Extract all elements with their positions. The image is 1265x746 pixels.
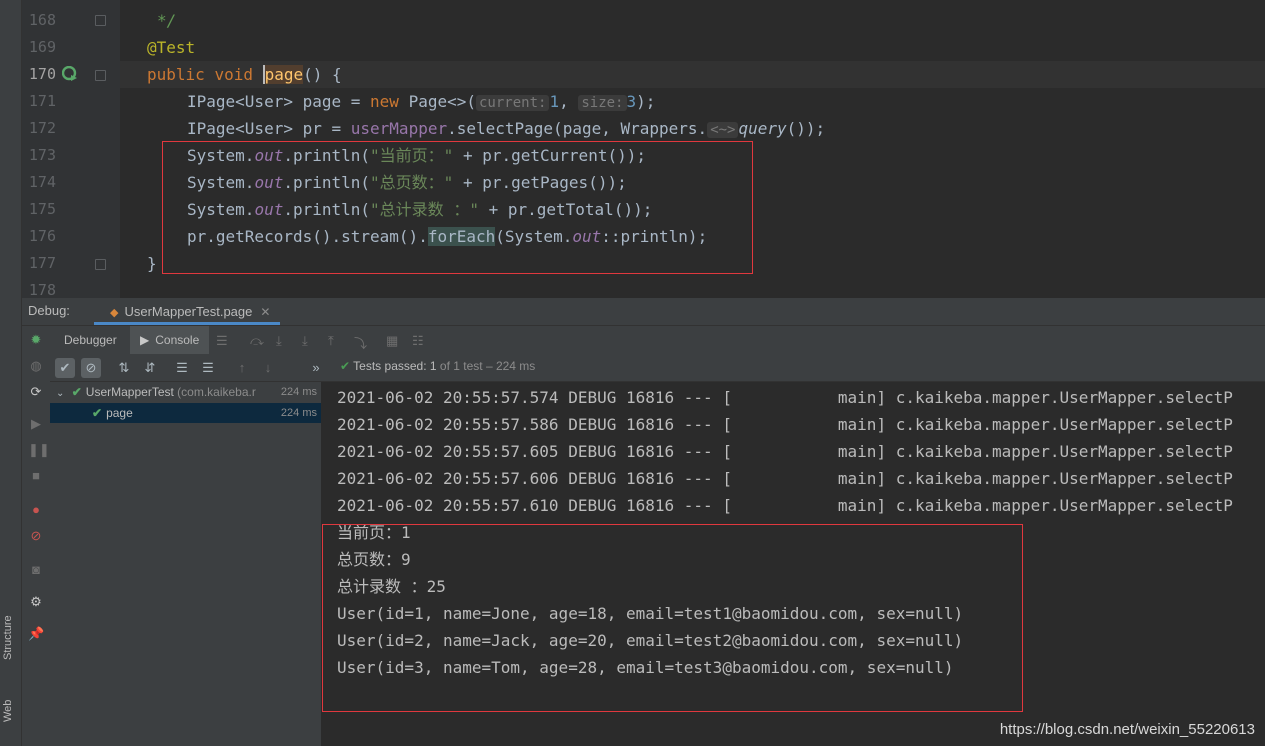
web-tool-label[interactable]: Web	[2, 700, 14, 722]
tab-console[interactable]: ▶ Console	[130, 326, 210, 354]
close-icon[interactable]: ✕	[260, 305, 270, 319]
run-config-tab[interactable]: ◆ UserMapperTest.page ✕	[94, 298, 281, 325]
code-line: IPage<User> page = new Page<>(current: 1,…	[187, 92, 656, 111]
type-hint: <~>	[707, 122, 739, 138]
next-failed-icon[interactable]: ↓	[258, 358, 278, 378]
line-number: 175	[28, 200, 56, 218]
step-out-icon[interactable]: ⤒	[328, 333, 334, 349]
highlight-box-output	[322, 524, 1023, 712]
param-hint: current:	[476, 95, 550, 111]
expand-all-icon[interactable]: ☰	[172, 358, 192, 378]
collapse-all-icon[interactable]: ☰	[198, 358, 218, 378]
step-over-icon[interactable]: ⤼	[250, 333, 264, 349]
run-to-cursor-icon[interactable]: ⤵	[354, 333, 367, 352]
line-number: 172	[28, 119, 56, 137]
test-tree: ⌄ ✔ UserMapperTest (com.kaikeba.r 224 ms …	[50, 382, 322, 746]
settings-icon[interactable]: ⚙	[28, 594, 44, 610]
method-name: page	[262, 65, 304, 84]
pin-icon[interactable]: 📌	[28, 626, 44, 642]
resume-icon[interactable]: ▶	[28, 416, 44, 432]
view-breakpoints-icon[interactable]: ●	[28, 502, 44, 518]
log-line: 2021-06-02 20:55:57.605 DEBUG 16816 --- …	[337, 442, 1233, 461]
line-number: 169	[28, 38, 56, 56]
step-into-icon[interactable]: ⤓	[276, 333, 282, 349]
log-line: 2021-06-02 20:55:57.606 DEBUG 16816 --- …	[337, 469, 1233, 488]
line-number: 170	[28, 65, 56, 83]
debug-tabs-bar: Debugger ▶ Console ☰ ⤼ ⤓ ⤓ ⤒ ⤵ ▦ ☷	[50, 326, 1265, 355]
fold-marker-icon[interactable]	[95, 259, 106, 270]
watermark: https://blog.csdn.net/weixin_55220613	[999, 721, 1255, 738]
tab-debugger[interactable]: Debugger	[54, 326, 127, 354]
sort-duration-icon[interactable]: ⇵	[140, 358, 160, 378]
highlight-box-code	[162, 141, 753, 274]
console-icon: ▶	[140, 333, 150, 347]
tests-toolbar: ✔ ⊘ ⇅ ⇵ ☰ ☰ ↑ ↓ » ✔ Tests passed: 1 of 1…	[50, 354, 1265, 382]
fold-marker-icon[interactable]	[95, 15, 106, 26]
left-tool-strip: Structure Web	[0, 0, 22, 746]
line-number: 168	[28, 11, 56, 29]
annotation-test: @Test	[147, 38, 196, 57]
mute-breakpoints-icon[interactable]: ⊘	[28, 528, 44, 544]
debug-side-toolbar: ✹ ◍ ⟳ ▶ ❚❚ ■ ● ⊘ ◙ ⚙ 📌	[22, 326, 51, 746]
line-number: 177	[28, 254, 56, 272]
more-chevron-icon[interactable]: »	[306, 358, 326, 378]
log-line: 2021-06-02 20:55:57.610 DEBUG 16816 --- …	[337, 496, 1233, 515]
force-step-into-icon[interactable]: ⤓	[302, 333, 308, 349]
line-number: 176	[28, 227, 56, 245]
run-config-icon: ◆	[110, 307, 119, 319]
fold-marker-icon[interactable]	[95, 70, 106, 81]
pause-icon[interactable]: ❚❚	[28, 442, 50, 458]
pass-check-icon: ✔	[92, 406, 103, 420]
chevron-down-icon[interactable]: ⌄	[56, 388, 64, 399]
code-line-method-signature: public void page() {	[147, 65, 342, 84]
show-passed-toggle-icon[interactable]: ✔	[55, 358, 75, 378]
show-ignored-toggle-icon[interactable]: ⊘	[81, 358, 101, 378]
tests-status: ✔ Tests passed: 1 of 1 test – 224 ms	[340, 359, 536, 373]
debug-tool-window-header: Debug: ◆ UserMapperTest.page ✕	[22, 298, 1265, 326]
log-line: 2021-06-02 20:55:57.574 DEBUG 16816 --- …	[337, 388, 1233, 407]
structure-tool-label[interactable]: Structure	[2, 615, 14, 660]
tree-item-test-method[interactable]: ✔ page 224 ms	[50, 403, 321, 423]
line-number: 171	[28, 92, 56, 110]
refresh-icon[interactable]: ⟳	[28, 384, 44, 400]
evaluate-icon[interactable]: ▦	[386, 333, 398, 349]
rerun-icon[interactable]: ✹	[28, 332, 44, 348]
restart-icon[interactable]: ◍	[28, 358, 44, 374]
pass-check-icon: ✔	[71, 385, 82, 399]
sort-alpha-icon[interactable]: ⇅	[114, 358, 134, 378]
previous-failed-icon[interactable]: ↑	[232, 358, 252, 378]
trace-icon[interactable]: ☷	[412, 333, 424, 349]
closing-brace: }	[147, 254, 157, 273]
debug-label: Debug:	[28, 303, 70, 318]
param-hint: size:	[578, 95, 627, 111]
code-line: IPage<User> pr = userMapper.selectPage(p…	[187, 119, 826, 138]
pass-check-icon: ✔	[340, 359, 354, 373]
log-line: 2021-06-02 20:55:57.586 DEBUG 16816 --- …	[337, 415, 1233, 434]
tree-item-test-class[interactable]: ⌄ ✔ UserMapperTest (com.kaikeba.r 224 ms	[50, 382, 321, 402]
line-number: 173	[28, 146, 56, 164]
menu-icon[interactable]: ☰	[216, 333, 228, 349]
stop-icon[interactable]: ■	[28, 468, 44, 484]
run-test-icon[interactable]	[61, 65, 78, 82]
comment-end: */	[157, 11, 177, 30]
camera-icon[interactable]: ◙	[28, 562, 44, 578]
line-number: 174	[28, 173, 56, 191]
